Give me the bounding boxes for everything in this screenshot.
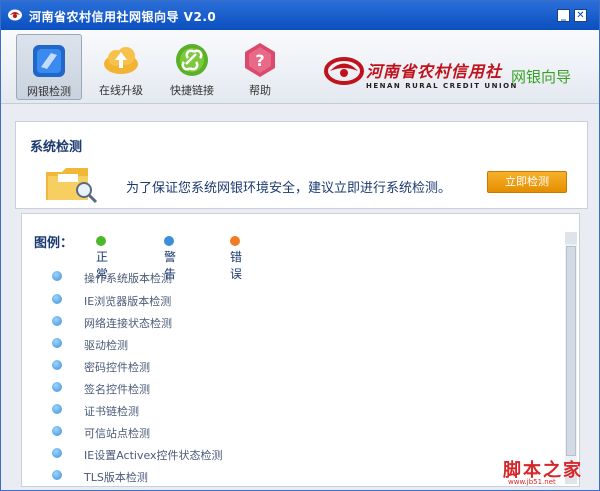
info-status-icon [52,426,62,436]
folder-search-icon [46,168,98,204]
scroll-up-button[interactable] [565,232,577,244]
info-status-icon [52,470,62,480]
check-label: IE浏览器版本检测 [84,295,172,308]
tool-network-check[interactable]: 网银检测 [16,34,82,100]
normal-status-icon [96,236,106,246]
legend-error-label: 错误 [230,250,243,281]
link-icon [176,44,208,76]
bank-logo-icon [324,57,364,85]
check-label: 网络连接状态检测 [84,317,172,330]
system-check-panel: 系统检测 为了保证您系统网银环境安全，建议立即进行系统检测。 立即检测 [15,121,588,209]
bank-name-en: HENAN RURAL CREDIT UNION [366,82,518,90]
close-button[interactable]: ✕ [574,9,587,22]
svg-text:?: ? [255,51,264,70]
bank-subtitle: 网银向导 [511,68,572,86]
info-status-icon [52,382,62,392]
cloud-upload-icon [104,47,138,74]
info-status-icon [52,294,62,304]
info-status-icon [52,316,62,326]
panel-title: 系统检测 [30,140,83,155]
app-window: 河南省农村信用社网银向导 V2.0 _ ✕ 网银检测 在线升级 快捷链接 ? 帮… [0,0,600,491]
check-list: 图例： 正常 警告 错误 操作系统版本检测 IE浏览器版本检测 网络连接状态检测… [21,213,580,487]
bank-name-cn: 河南省农村信用社 [366,62,503,81]
bank-logo-icon [8,9,22,21]
check-label: TLS版本检测 [84,471,148,484]
tool-online-update[interactable]: 在线升级 [88,34,154,100]
info-status-icon [52,360,62,370]
tool-help[interactable]: ? 帮助 [227,34,293,100]
vertical-scrollbar[interactable] [565,232,577,484]
check-label: 密码控件检测 [84,361,150,374]
check-label: IE设置Activex控件状态检测 [84,449,223,462]
tool-label: 快捷链接 [170,84,214,97]
scroll-thumb[interactable] [566,246,576,456]
check-label: 可信站点检测 [84,427,150,440]
check-label: 证书链检测 [84,405,139,418]
info-status-icon [52,404,62,414]
check-now-button[interactable]: 立即检测 [487,171,567,193]
panel-message: 为了保证您系统网银环境安全，建议立即进行系统检测。 [126,181,452,196]
monitor-icon [33,45,65,77]
tool-quick-links[interactable]: 快捷链接 [159,34,225,100]
minimize-button[interactable]: _ [557,9,570,22]
tool-label: 在线升级 [99,84,143,97]
error-status-icon [230,236,240,246]
legend-title: 图例： [34,236,74,251]
title-bar: 河南省农村信用社网银向导 V2.0 _ ✕ [1,1,599,30]
info-status-icon [52,271,62,281]
toolbar: 网银检测 在线升级 快捷链接 ? 帮助 河南省农村信用社 HENAN RURAL… [1,30,599,104]
info-status-icon [52,338,62,348]
info-status-icon [52,448,62,458]
watermark-url: www.jb51.net [508,478,556,486]
window-title: 河南省农村信用社网银向导 V2.0 [29,10,217,24]
tool-label: 网银检测 [27,85,71,98]
check-label: 驱动检测 [84,339,128,352]
help-icon: ? [245,43,275,77]
warning-status-icon [164,236,174,246]
tool-label: 帮助 [249,84,271,97]
check-label: 操作系统版本检测 [84,272,172,285]
legend-error: 错误 [230,234,248,282]
check-label: 签名控件检测 [84,383,150,396]
